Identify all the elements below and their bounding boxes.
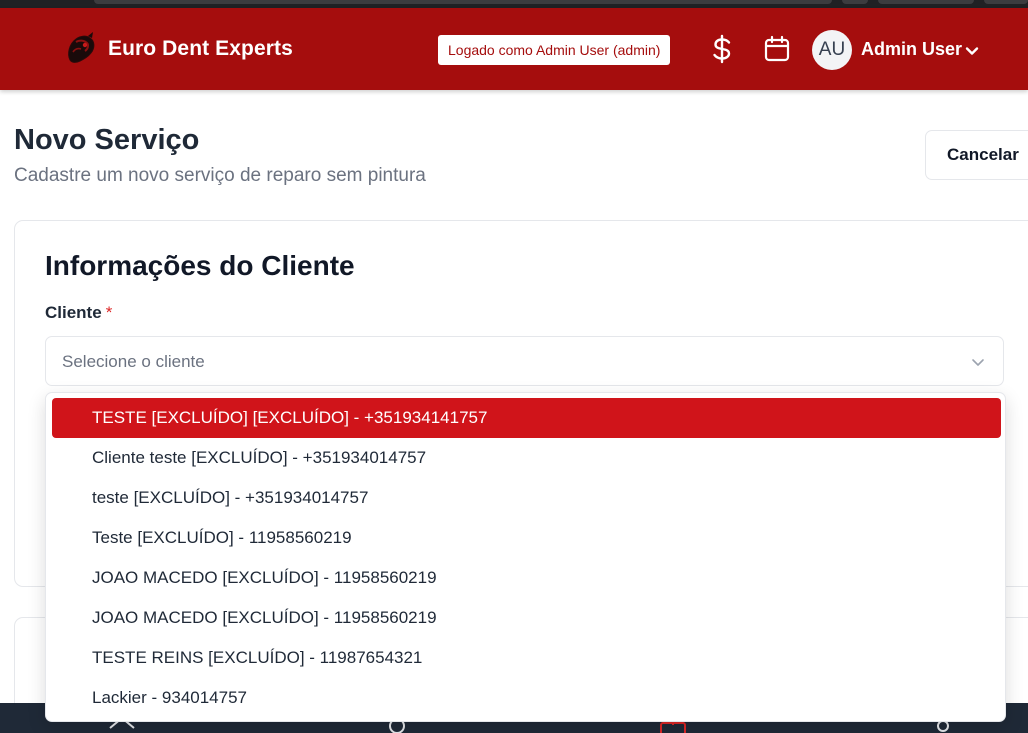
client-option[interactable]: Cliente teste [EXCLUÍDO] - +351934014757 xyxy=(52,438,1001,478)
client-option[interactable]: Teste [EXCLUÍDO] - 11958560219 xyxy=(52,518,1001,558)
section-title: Informações do Cliente xyxy=(45,250,355,281)
brand-logo-icon xyxy=(64,30,98,68)
browser-tab[interactable] xyxy=(842,0,868,4)
client-option[interactable]: TESTE REINS [EXCLUÍDO] - 11987654321 xyxy=(52,638,1001,678)
calendar-icon[interactable] xyxy=(762,34,792,64)
brand[interactable]: Euro Dent Experts xyxy=(64,30,293,68)
required-asterisk: * xyxy=(105,303,113,322)
login-status-badge: Logado como Admin User (admin) xyxy=(438,35,671,65)
app-header: Euro Dent Experts Logado como Admin User… xyxy=(0,8,1028,90)
client-dropdown-menu: TESTE [EXCLUÍDO] [EXCLUÍDO] - +351934141… xyxy=(45,392,1006,722)
brand-name: Euro Dent Experts xyxy=(108,37,293,60)
dollar-icon[interactable] xyxy=(707,34,737,64)
cancel-button[interactable]: Cancelar xyxy=(925,130,1028,180)
user-avatar[interactable]: AU xyxy=(812,30,852,70)
client-select-placeholder: Selecione o cliente xyxy=(62,352,205,371)
client-option[interactable]: JOAO MACEDO [EXCLUÍDO] - 11958560219 xyxy=(52,598,1001,638)
client-label-text: Cliente xyxy=(45,303,102,322)
chevron-down-icon[interactable] xyxy=(964,43,980,59)
browser-tab[interactable] xyxy=(984,0,1028,4)
page-title: Novo Serviço xyxy=(14,124,200,156)
client-option[interactable]: Lackier - 934014757 xyxy=(52,678,1001,718)
chevron-down-icon xyxy=(970,354,986,370)
user-menu-name[interactable]: Admin User xyxy=(861,39,962,60)
browser-tab[interactable] xyxy=(94,0,832,4)
client-option[interactable]: TESTE [EXCLUÍDO] [EXCLUÍDO] - +351934141… xyxy=(52,398,1001,438)
client-option[interactable]: JOAO MACEDO [EXCLUÍDO] - 11958560219 xyxy=(52,558,1001,598)
client-field-label: Cliente * xyxy=(45,303,112,323)
browser-tab[interactable] xyxy=(878,0,974,4)
client-option[interactable]: teste [EXCLUÍDO] - +351934014757 xyxy=(52,478,1001,518)
browser-tab-strip xyxy=(0,0,1028,8)
client-select[interactable]: Selecione o cliente xyxy=(45,336,1004,386)
page-subtitle: Cadastre um novo serviço de reparo sem p… xyxy=(14,165,426,186)
